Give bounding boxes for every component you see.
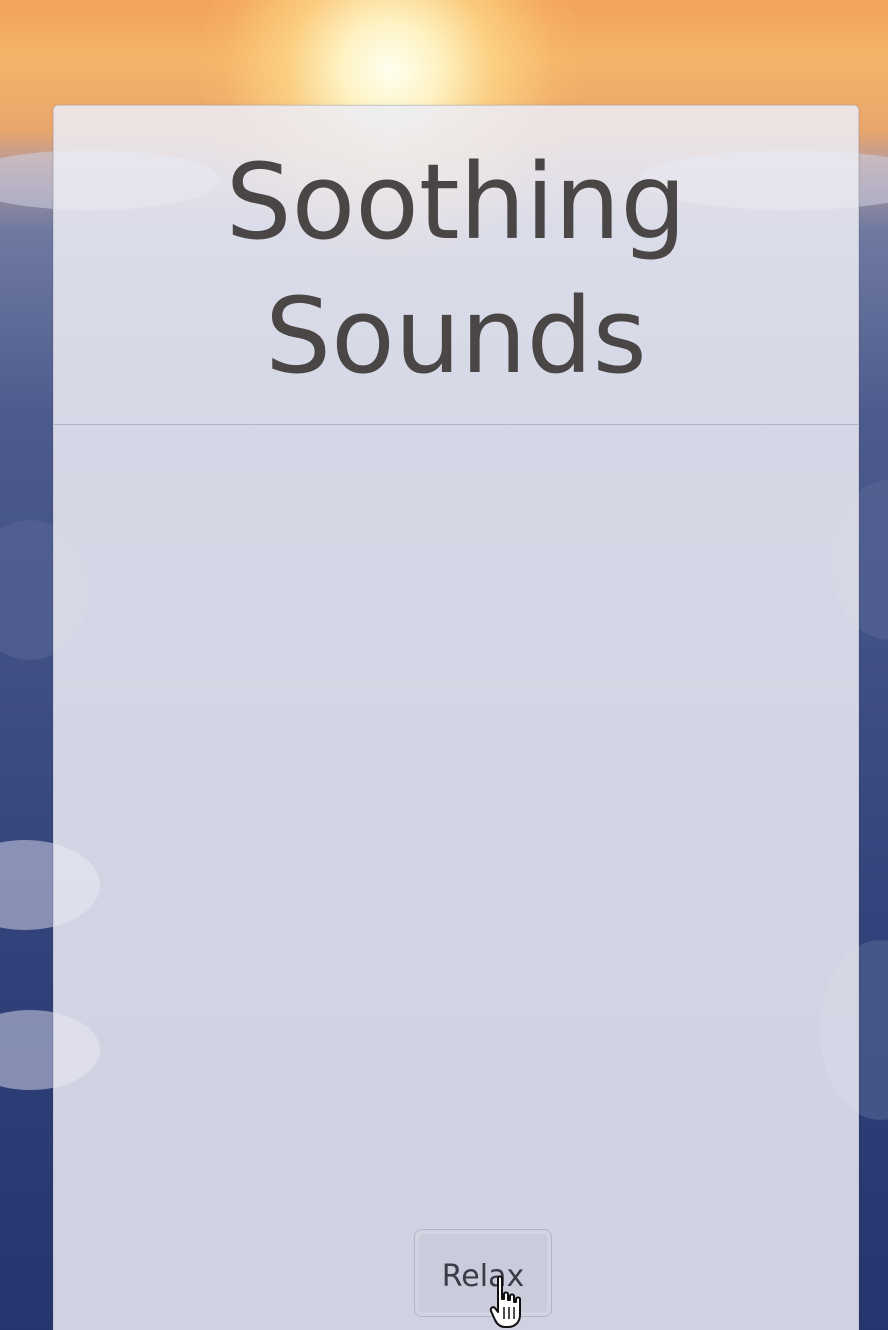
card-body — [54, 425, 858, 1325]
page-title: Soothing Sounds — [225, 141, 687, 397]
main-card: Soothing Sounds — [53, 105, 859, 1330]
relax-button[interactable]: Relax — [414, 1229, 552, 1317]
card-header: Soothing Sounds — [54, 106, 858, 425]
